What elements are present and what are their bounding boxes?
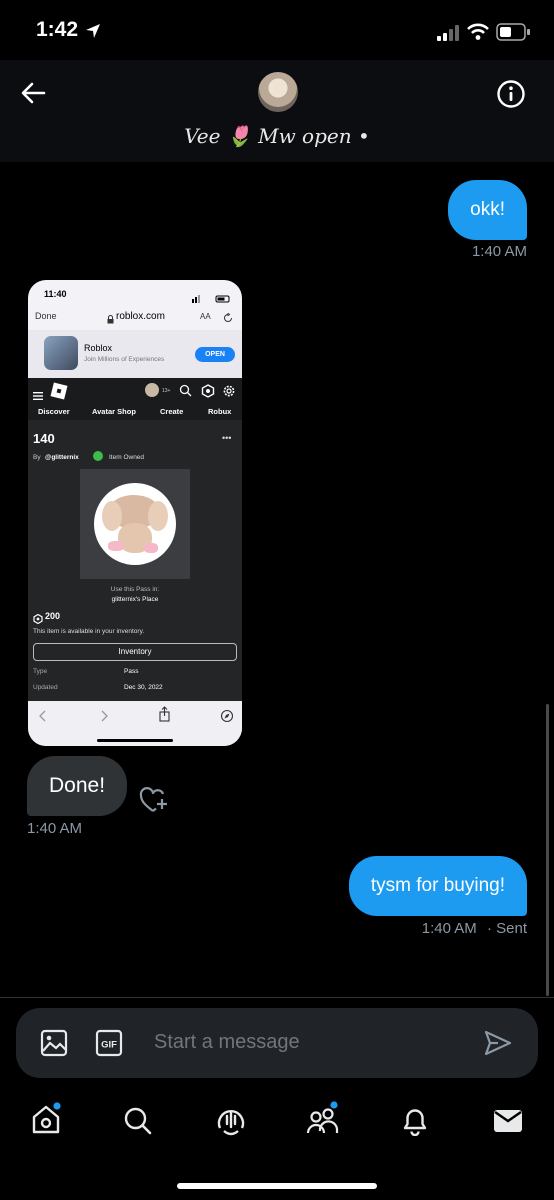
shot-price-robux-icon xyxy=(33,611,43,629)
shot-search-icon xyxy=(179,384,192,402)
send-icon[interactable] xyxy=(484,1030,512,1061)
message-timestamp: 1:40 AM xyxy=(27,820,83,837)
message-input-placeholder[interactable]: Start a message xyxy=(154,1031,300,1054)
conversation-name[interactable]: Vee 🌷 Mw open • xyxy=(0,124,554,148)
message-timestamp: 1:40 AM xyxy=(471,243,527,260)
shot-browser-toolbar xyxy=(28,701,242,746)
svg-text:GIF: GIF xyxy=(101,1040,117,1051)
shot-browser-aa: AA xyxy=(200,312,211,321)
heart-plus-icon[interactable] xyxy=(139,786,169,819)
shot-inventory-button: Inventory xyxy=(33,643,237,661)
shot-robux-icon xyxy=(201,384,215,403)
spaces-icon[interactable] xyxy=(216,1105,246,1137)
home-indicator xyxy=(177,1183,377,1189)
shot-open-button: OPEN xyxy=(195,347,235,362)
message-time: 1:40 AM xyxy=(421,920,477,937)
shot-app-icon xyxy=(44,336,78,370)
shot-reload-icon xyxy=(223,310,233,328)
shot-item-owned: Item Owned xyxy=(109,454,145,461)
shot-user-avatar-icon xyxy=(145,383,159,397)
wifi-icon xyxy=(466,22,490,47)
message-status: · Sent xyxy=(486,920,527,937)
home-icon[interactable] xyxy=(30,1102,64,1136)
info-icon[interactable] xyxy=(496,79,526,114)
shot-price: 200 xyxy=(45,611,61,621)
gif-icon[interactable]: GIF xyxy=(95,1029,123,1062)
shot-updated-value: Dec 30, 2022 xyxy=(124,684,163,691)
shot-lock-icon xyxy=(107,311,114,329)
shot-tab-robux: Robux xyxy=(208,407,232,416)
shot-status-time: 11:40 xyxy=(44,289,67,299)
communities-icon[interactable] xyxy=(306,1101,342,1137)
signal-icon xyxy=(436,24,462,47)
shared-screenshot[interactable]: 11:40 Done roblox.com AA Roblox Join Mil… xyxy=(28,280,242,746)
shot-app-subtitle: Join Millions of Experiences xyxy=(84,356,165,363)
shot-by-prefix: By xyxy=(33,454,41,461)
shot-inventory-note: This item is available in your inventory… xyxy=(33,628,145,635)
shot-settings-icon xyxy=(222,384,236,403)
message-bubble-sent[interactable]: tysm for buying! xyxy=(348,856,527,916)
shot-tab-avatar-shop: Avatar Shop xyxy=(92,407,136,416)
location-arrow-icon xyxy=(84,22,102,45)
shot-app-title: Roblox xyxy=(84,343,113,353)
shot-browser-done: Done xyxy=(35,311,57,321)
shot-tab-discover: Discover xyxy=(38,407,70,416)
shot-item-title: 140 xyxy=(33,431,55,446)
shot-status-icons xyxy=(192,290,232,303)
shot-browser-url: roblox.com xyxy=(116,311,165,322)
shot-use-label: Use this Pass in: xyxy=(110,586,160,593)
shot-age-badge: 13+ xyxy=(162,388,171,394)
message-bubble-received[interactable]: Done! xyxy=(27,756,128,816)
shot-owned-check-icon xyxy=(93,451,103,461)
message-timestamp: 1:40 AM · Sent xyxy=(422,920,527,937)
status-time: 1:42 xyxy=(36,18,79,41)
search-icon[interactable] xyxy=(123,1106,153,1136)
back-arrow-icon[interactable] xyxy=(20,80,46,111)
battery-icon xyxy=(496,22,532,47)
divider xyxy=(0,997,554,998)
message-bubble-sent[interactable]: okk! xyxy=(448,180,527,240)
scrollbar[interactable] xyxy=(546,704,549,996)
shot-updated-label: Updated xyxy=(33,684,58,691)
image-icon[interactable] xyxy=(40,1029,68,1062)
shot-type-label: Type xyxy=(33,668,48,675)
avatar[interactable] xyxy=(258,72,298,112)
mail-icon[interactable] xyxy=(492,1108,524,1134)
shot-place: glitternix's Place xyxy=(111,596,159,603)
shot-menu-icon xyxy=(33,387,43,405)
shot-item-thumbnail xyxy=(80,469,190,579)
shot-tab-create: Create xyxy=(160,407,184,416)
shot-more-icon: ••• xyxy=(222,433,232,443)
shot-type-value: Pass xyxy=(124,668,139,675)
shot-creator: @glitternix xyxy=(45,454,79,461)
bell-icon[interactable] xyxy=(401,1106,429,1136)
